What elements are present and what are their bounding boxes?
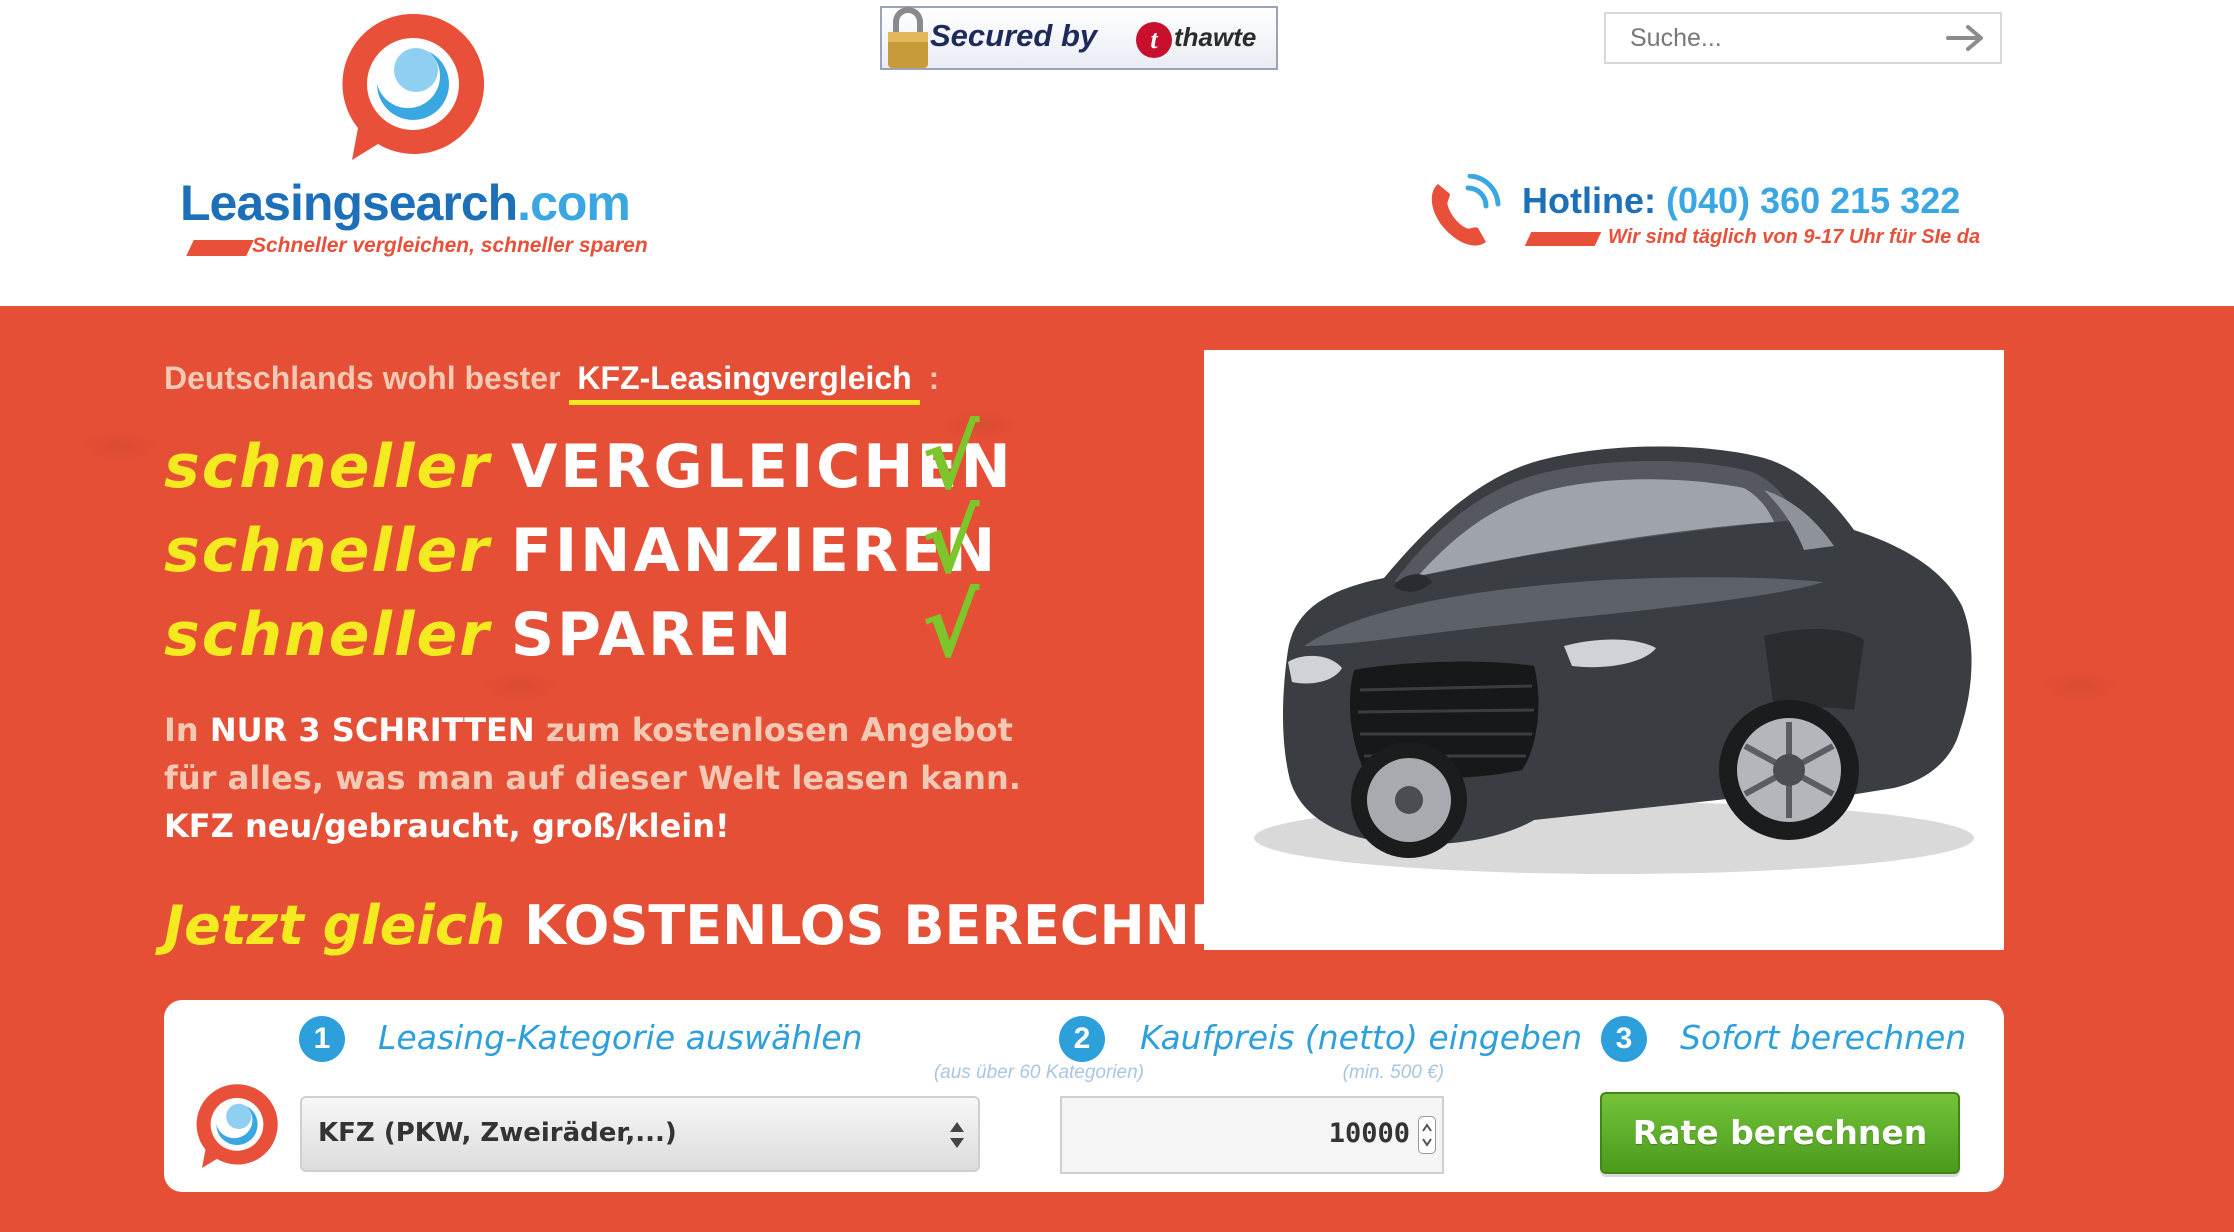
hero-description: In NUR 3 SCHRITTEN zum kostenlosen Angeb…	[164, 711, 1021, 845]
checkmark-icon: √	[922, 577, 980, 677]
hotline-bar	[1524, 232, 1602, 246]
hotline-hours: Wir sind täglich von 9-17 Uhr für SIe da	[1608, 226, 1981, 248]
step-1-badge: 1	[299, 1016, 345, 1062]
stepper-arrows-icon	[1422, 1123, 1432, 1147]
cta-heading: Jetzt gleich KOSTENLOS BERECHNEN:	[164, 894, 1294, 957]
step-1-title: Leasing-Kategorie auswählen	[378, 1018, 863, 1057]
intro-highlight: KFZ-Leasingvergleich	[569, 360, 920, 405]
hotline-number[interactable]: (040) 360 215 322	[1666, 180, 1960, 221]
search-box	[1604, 12, 2002, 64]
secured-label: Secured by	[930, 18, 1098, 53]
category-select[interactable]: KFZ (PKW, Zweiräder,...)	[300, 1096, 980, 1172]
hero-section: Deutschlands wohl bester KFZ-Leasingverg…	[0, 306, 2234, 1232]
arrow-right-icon[interactable]	[1946, 24, 1986, 52]
price-input-value: 10000	[1328, 1118, 1410, 1149]
thawte-logo-icon: t	[1136, 22, 1172, 58]
phone-icon	[1431, 174, 1501, 246]
slogan-line-2: schneller FINANZIEREN	[164, 516, 999, 586]
step-3-badge: 3	[1601, 1016, 1647, 1062]
step-2-hint: (min. 500 €)	[1342, 1062, 1444, 1083]
calculate-rate-button[interactable]: Rate berechnen	[1600, 1092, 1960, 1174]
search-input[interactable]	[1606, 14, 1936, 62]
checkmark-icon: √	[922, 409, 980, 509]
slogan-line-3: schneller SPAREN	[164, 600, 795, 670]
speech-bubble-logo-icon	[342, 13, 485, 160]
logo-tagline: Schneller vergleichen, schneller sparen	[252, 234, 648, 257]
tagline-bar	[186, 240, 254, 256]
calculator-form: 1 Leasing-Kategorie auswählen (aus über …	[164, 1000, 2004, 1192]
number-stepper[interactable]	[1418, 1116, 1436, 1154]
select-arrows-icon	[950, 1122, 964, 1148]
hotline-block: Hotline: (040) 360 215 322 Wir sind tägl…	[1424, 174, 2004, 254]
slogan-line-1: schneller VERGLEICHEN	[164, 432, 1014, 502]
site-logo[interactable]: Leasingsearch.com Schneller vergleichen,…	[180, 8, 650, 258]
padlock-icon	[888, 7, 928, 68]
hotline-text: Hotline: (040) 360 215 322	[1522, 180, 1961, 221]
speech-bubble-logo-icon	[196, 1084, 278, 1168]
price-input[interactable]: 10000	[1060, 1096, 1444, 1174]
logo-wordmark: Leasingsearch.com	[180, 175, 631, 231]
car-image	[1204, 350, 2004, 950]
step-2-badge: 2	[1059, 1016, 1105, 1062]
step-2-title: Kaufpreis (netto) eingeben	[1140, 1018, 1583, 1057]
step-3-title: Sofort berechnen	[1680, 1018, 1967, 1057]
checkmark-icon: √	[922, 493, 980, 593]
sports-car-illustration	[1254, 446, 1974, 874]
category-select-value: KFZ (PKW, Zweiräder,...)	[318, 1118, 677, 1148]
security-seal[interactable]: Secured by t thawte	[880, 6, 1278, 70]
site-header: Leasingsearch.com Schneller vergleichen,…	[0, 0, 2234, 306]
step-1-hint: (aus über 60 Kategorien)	[933, 1062, 1144, 1083]
thawte-wordmark: thawte	[1174, 22, 1257, 52]
hero-intro: Deutschlands wohl bester KFZ-Leasingverg…	[164, 360, 939, 405]
